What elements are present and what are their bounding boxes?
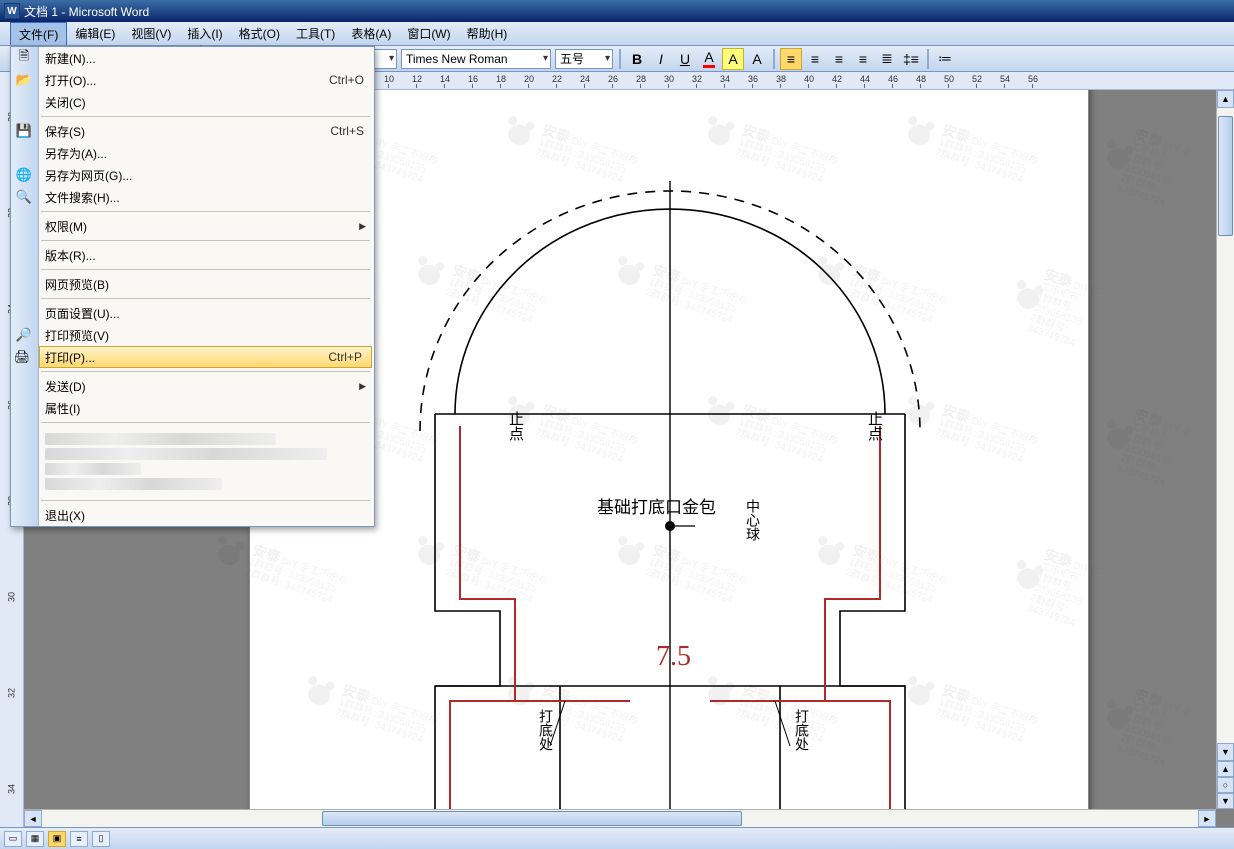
line-spacing-button[interactable]: ‡≡ — [900, 48, 922, 70]
menu-separator — [41, 116, 370, 117]
file-menu-save[interactable]: 💾 保存(S) Ctrl+S — [11, 120, 374, 142]
view-web-button[interactable]: ▦ — [26, 831, 44, 847]
scroll-right-button[interactable]: ► — [1198, 810, 1216, 827]
vertical-scrollbar[interactable]: ▲ ▼ ▲ ○ ▼ — [1216, 90, 1234, 809]
character-shading-button[interactable]: A — [746, 48, 768, 70]
print-preview-icon: 🔎 — [15, 326, 33, 344]
menu-edit[interactable]: 编辑(E) — [67, 22, 123, 45]
menu-window[interactable]: 窗口(W) — [399, 22, 458, 45]
vscroll-thumb[interactable] — [1218, 116, 1233, 236]
menu-insert[interactable]: 插入(I) — [179, 22, 230, 45]
file-menu-send[interactable]: 发送(D) ▶ — [11, 375, 374, 397]
scroll-up-button[interactable]: ▲ — [1217, 90, 1234, 108]
menu-separator — [41, 422, 370, 423]
file-menu-versions[interactable]: 版本(R)... — [11, 244, 374, 266]
file-menu-save-as[interactable]: 另存为(A)... — [11, 142, 374, 164]
distributed-button[interactable]: ≣ — [876, 48, 898, 70]
vscroll-track[interactable] — [1217, 108, 1234, 743]
view-outline-button[interactable]: ≡ — [70, 831, 88, 847]
printer-icon: 🖨 — [13, 348, 31, 366]
menu-separator — [41, 240, 370, 241]
menu-separator — [41, 500, 370, 501]
file-menu-open[interactable]: 📂 打开(O)... Ctrl+O — [11, 69, 374, 91]
hscroll-thumb[interactable] — [322, 811, 742, 826]
align-left-button[interactable]: ≡ — [780, 48, 802, 70]
pattern-stop-right: 止点 — [864, 411, 885, 441]
highlight-button[interactable]: A — [722, 48, 744, 70]
menu-file[interactable]: 文件(F) — [10, 22, 67, 45]
menu-tools[interactable]: 工具(T) — [288, 22, 343, 45]
file-menu-new[interactable]: 🗎 新建(N)... — [11, 47, 374, 69]
italic-button[interactable]: I — [650, 48, 672, 70]
browse-prev-button[interactable]: ▲ — [1217, 761, 1234, 777]
file-menu-page-setup[interactable]: 页面设置(U)... — [11, 302, 374, 324]
toolbar-separator — [619, 49, 621, 69]
file-menu-web-preview[interactable]: 网页预览(B) — [11, 273, 374, 295]
page[interactable]: 安泰 DIY 手工不织布1群群号: 3330581352群群号: 3437457… — [249, 90, 1089, 809]
menu-table[interactable]: 表格(A) — [343, 22, 399, 45]
file-menu-dropdown: 🗎 新建(N)... 📂 打开(O)... Ctrl+O 关闭(C) 💾 保存(… — [10, 46, 375, 527]
font-combobox[interactable]: Times New Roman — [401, 49, 551, 69]
align-justify-button[interactable]: ≡ — [852, 48, 874, 70]
status-bar: ▭ ▦ ▣ ≡ ▯ — [0, 827, 1234, 849]
menu-separator — [41, 211, 370, 212]
open-folder-icon: 📂 — [15, 71, 33, 89]
menu-view[interactable]: 视图(V) — [123, 22, 179, 45]
save-disk-icon: 💾 — [15, 122, 33, 140]
pattern-stop-left: 止点 — [505, 411, 526, 441]
menu-separator — [41, 298, 370, 299]
font-color-button[interactable]: A — [698, 48, 720, 70]
align-center-button[interactable]: ≡ — [804, 48, 826, 70]
title-bar: W 文档 1 - Microsoft Word — [0, 0, 1234, 22]
file-menu-permission[interactable]: 权限(M) ▶ — [11, 215, 374, 237]
browse-next-button[interactable]: ▼ — [1217, 793, 1234, 809]
font-size-combobox[interactable]: 五号 — [555, 49, 613, 69]
window-title: 文档 1 - Microsoft Word — [24, 3, 149, 20]
word-app-icon: W — [4, 3, 20, 19]
file-menu-save-as-web[interactable]: 🌐 另存为网页(G)... — [11, 164, 374, 186]
pattern-base-left: 打底处 — [536, 709, 556, 751]
file-menu-close[interactable]: 关闭(C) — [11, 91, 374, 113]
file-menu-exit[interactable]: 退出(X) — [11, 504, 374, 526]
file-search-icon: 🔍 — [15, 188, 33, 206]
save-web-icon: 🌐 — [15, 166, 33, 184]
scroll-left-button[interactable]: ◄ — [24, 810, 42, 827]
pattern-measurement: 7.5 — [656, 641, 691, 673]
file-menu-recent-files[interactable] — [11, 426, 374, 497]
underline-button[interactable]: U — [674, 48, 696, 70]
view-reading-button[interactable]: ▯ — [92, 831, 110, 847]
select-browse-object-button[interactable]: ○ — [1217, 777, 1234, 793]
pattern-base-right: 打底处 — [792, 709, 812, 751]
file-menu-print[interactable]: 🖨 打印(P)... Ctrl+P — [39, 346, 372, 368]
align-right-button[interactable]: ≡ — [828, 48, 850, 70]
menu-separator — [41, 371, 370, 372]
menu-help[interactable]: 帮助(H) — [459, 22, 516, 45]
numbering-button[interactable]: ≔ — [934, 48, 956, 70]
toolbar-separator — [773, 49, 775, 69]
pattern-title: 基础打底口金包 — [597, 493, 716, 518]
scroll-down-button[interactable]: ▼ — [1217, 743, 1234, 761]
menu-format[interactable]: 格式(O) — [231, 22, 288, 45]
view-normal-button[interactable]: ▭ — [4, 831, 22, 847]
submenu-arrow-icon: ▶ — [359, 221, 366, 232]
pattern-center-ball: 中心球 — [743, 499, 763, 541]
file-menu-print-preview[interactable]: 🔎 打印预览(V) — [11, 324, 374, 346]
menu-separator — [41, 269, 370, 270]
file-menu-file-search[interactable]: 🔍 文件搜索(H)... — [11, 186, 374, 208]
toolbar-separator — [927, 49, 929, 69]
new-doc-icon: 🗎 — [15, 49, 33, 67]
horizontal-scrollbar[interactable]: ◄ ► — [24, 809, 1216, 827]
bold-button[interactable]: B — [626, 48, 648, 70]
view-print-layout-button[interactable]: ▣ — [48, 831, 66, 847]
file-menu-properties[interactable]: 属性(I) — [11, 397, 374, 419]
hscroll-track[interactable] — [42, 810, 1198, 827]
submenu-arrow-icon: ▶ — [359, 381, 366, 392]
